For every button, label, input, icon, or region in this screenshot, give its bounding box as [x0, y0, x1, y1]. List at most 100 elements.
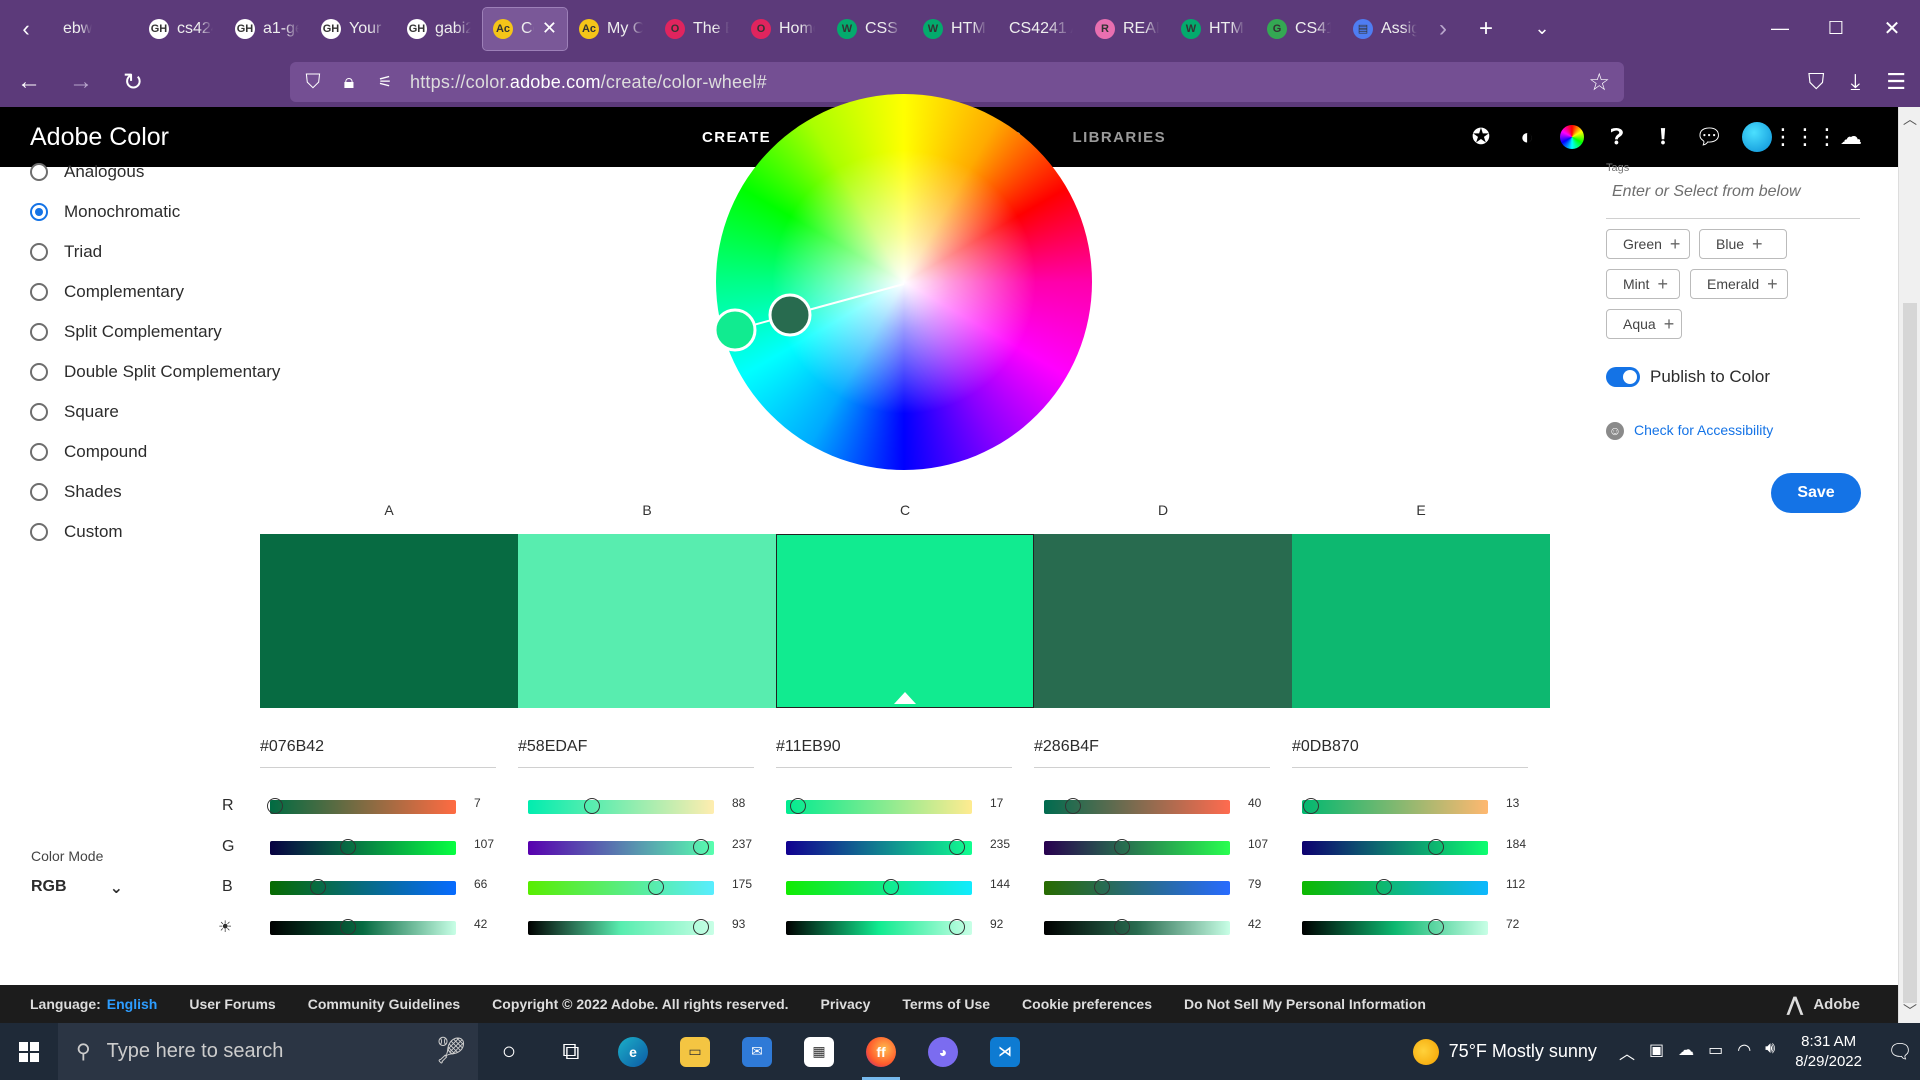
- permissions-icon[interactable]: ⚟: [374, 72, 396, 92]
- color-swatch[interactable]: [518, 534, 776, 708]
- slider-knob[interactable]: [340, 839, 357, 855]
- color-swatch[interactable]: [260, 534, 518, 708]
- store-icon[interactable]: ▦: [788, 1023, 850, 1080]
- slider-brightness[interactable]: [1044, 919, 1230, 935]
- cortana-icon[interactable]: ○: [478, 1023, 540, 1080]
- browser-tab[interactable]: ▤ Assign: [1343, 8, 1427, 50]
- radio-button[interactable]: [30, 363, 48, 381]
- slider-green[interactable]: [1302, 839, 1488, 855]
- clock[interactable]: 8:31 AM 8/29/2022: [1795, 1032, 1862, 1072]
- slider-blue[interactable]: [270, 879, 456, 895]
- volume-icon[interactable]: 🔊︎: [1765, 1040, 1775, 1064]
- slider-brightness[interactable]: [1302, 919, 1488, 935]
- language-selector[interactable]: Language: English: [30, 996, 157, 1012]
- footer-link[interactable]: Community Guidelines: [308, 996, 460, 1012]
- radio-button[interactable]: [30, 203, 48, 221]
- harmony-option-triad[interactable]: Triad: [30, 242, 102, 262]
- tab-scroll-left-icon[interactable]: ‹: [0, 0, 52, 57]
- footer-link[interactable]: Cookie preferences: [1022, 996, 1152, 1012]
- battery-icon[interactable]: ▭: [1708, 1040, 1723, 1064]
- meet-now-icon[interactable]: ▣: [1649, 1040, 1664, 1064]
- browser-tab[interactable]: Ac My Co: [569, 8, 653, 50]
- chat-icon[interactable]: 💬︎: [1695, 124, 1723, 150]
- task-view-icon[interactable]: ⧉: [540, 1023, 602, 1080]
- scroll-up-icon[interactable]: ︿: [1899, 109, 1920, 129]
- hex-input[interactable]: #58EDAF: [518, 738, 754, 768]
- slider-knob[interactable]: [310, 879, 327, 895]
- user-avatar[interactable]: [1742, 122, 1772, 152]
- slider-red[interactable]: [1044, 798, 1230, 814]
- radio-button[interactable]: [30, 483, 48, 501]
- chevron-up-icon[interactable]: ︿: [1619, 1040, 1635, 1064]
- slider-knob[interactable]: [584, 798, 601, 814]
- scrollbar-thumb[interactable]: [1903, 303, 1917, 1003]
- list-all-tabs-icon[interactable]: ⌄: [1514, 0, 1570, 57]
- tag-chip-mint[interactable]: Mint +: [1606, 269, 1680, 299]
- slider-green[interactable]: [528, 839, 714, 855]
- forward-icon[interactable]: →: [58, 59, 104, 105]
- close-window-icon[interactable]: ✕: [1864, 0, 1920, 57]
- slider-knob[interactable]: [1065, 798, 1082, 814]
- save-button[interactable]: Save: [1771, 473, 1861, 513]
- slider-red[interactable]: [528, 798, 714, 814]
- creative-cloud-icon[interactable]: ☁: [1838, 124, 1864, 150]
- tag-chip-emerald[interactable]: Emerald +: [1690, 269, 1788, 299]
- harmony-option-compound[interactable]: Compound: [30, 442, 147, 462]
- slider-knob[interactable]: [1303, 798, 1320, 814]
- taskbar-search[interactable]: ⚲ Type here to search 🎾︎: [58, 1023, 478, 1080]
- slider-knob[interactable]: [1428, 839, 1445, 855]
- color-wheel-icon[interactable]: [1560, 125, 1584, 149]
- harmony-option-shades[interactable]: Shades: [30, 482, 122, 502]
- harmony-option-custom[interactable]: Custom: [30, 522, 123, 542]
- footer-link[interactable]: Copyright © 2022 Adobe. All rights reser…: [492, 996, 788, 1012]
- minimize-icon[interactable]: —: [1752, 0, 1808, 57]
- slider-blue[interactable]: [528, 879, 714, 895]
- browser-tab[interactable]: GH cs424: [139, 8, 223, 50]
- slider-brightness[interactable]: [786, 919, 972, 935]
- slider-knob[interactable]: [647, 879, 664, 895]
- tag-chip-aqua[interactable]: Aqua +: [1606, 309, 1682, 339]
- hex-input[interactable]: #11EB90: [776, 738, 1012, 768]
- slider-blue[interactable]: [1044, 879, 1230, 895]
- close-tab-icon[interactable]: ✕: [542, 18, 557, 39]
- browser-tab[interactable]: Ac Col ✕: [482, 6, 568, 51]
- check-accessibility-link[interactable]: Check for Accessibility: [1634, 422, 1773, 438]
- bookmark-star-icon[interactable]: ☆: [1588, 68, 1610, 97]
- downloads-icon[interactable]: ⤓: [1851, 69, 1861, 95]
- footer-link[interactable]: Do Not Sell My Personal Information: [1184, 996, 1426, 1012]
- slider-blue[interactable]: [786, 879, 972, 895]
- mail-icon[interactable]: ✉: [726, 1023, 788, 1080]
- footer-link[interactable]: Terms of Use: [902, 996, 990, 1012]
- wifi-icon[interactable]: ◠: [1737, 1040, 1751, 1064]
- color-mode-select[interactable]: RGB ⌄: [31, 878, 123, 898]
- slider-knob[interactable]: [949, 839, 966, 855]
- color-swatch[interactable]: [1034, 534, 1292, 708]
- menu-hamburger-icon[interactable]: ☰: [1886, 69, 1906, 95]
- browser-tab[interactable]: O Home: [741, 8, 825, 50]
- browser-tab[interactable]: W HTML: [1171, 8, 1255, 50]
- color-swatch[interactable]: [776, 534, 1034, 708]
- browser-tab[interactable]: G CS414: [1257, 8, 1341, 50]
- notifications-icon[interactable]: 🗨︎: [1880, 1039, 1920, 1064]
- color-swatch[interactable]: [1292, 534, 1550, 708]
- vscode-icon[interactable]: ⋊: [974, 1023, 1036, 1080]
- pocket-icon[interactable]: ⛉: [1808, 69, 1825, 95]
- harmony-option-double-split-complementary[interactable]: Double Split Complementary: [30, 362, 280, 382]
- reload-icon[interactable]: ↻: [110, 59, 156, 105]
- tag-chip-green[interactable]: Green +: [1606, 229, 1690, 259]
- slider-knob[interactable]: [692, 839, 709, 855]
- harmony-option-complementary[interactable]: Complementary: [30, 282, 184, 302]
- radio-button[interactable]: [30, 163, 48, 181]
- harmony-option-square[interactable]: Square: [30, 402, 119, 422]
- maximize-icon[interactable]: ☐: [1808, 0, 1864, 57]
- slider-red[interactable]: [267, 798, 456, 814]
- contrast-icon[interactable]: ◐: [1514, 124, 1540, 150]
- radio-button[interactable]: [30, 243, 48, 261]
- slider-knob[interactable]: [790, 798, 807, 814]
- discord-icon[interactable]: ◕: [912, 1023, 974, 1080]
- slider-red[interactable]: [1302, 798, 1488, 814]
- browser-tab[interactable]: O The Es: [655, 8, 739, 50]
- footer-link[interactable]: Privacy: [821, 996, 871, 1012]
- browser-tab[interactable]: ebw: [53, 8, 137, 50]
- help-icon[interactable]: ❓︎: [1604, 124, 1630, 150]
